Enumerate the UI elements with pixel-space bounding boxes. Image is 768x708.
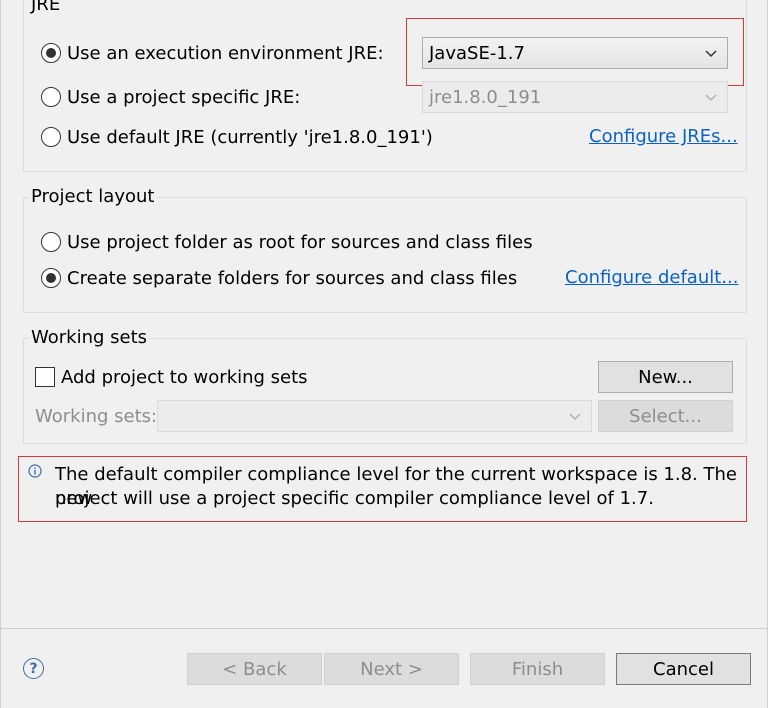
jre-group-title: JRE [29, 0, 63, 16]
finish-button[interactable]: Finish [470, 653, 605, 685]
layout-option-separate[interactable]: Create separate folders for sources and … [41, 265, 517, 291]
new-java-project-wizard: JRE Use an execution environment JRE: Ja… [0, 0, 768, 708]
footer-separator [1, 628, 768, 629]
configure-jres-link[interactable]: Configure JREs... [589, 126, 738, 148]
project-jre-value: jre1.8.0_191 [429, 86, 542, 108]
radio-separate-folders[interactable] [41, 268, 61, 288]
select-working-sets-button[interactable]: Select... [598, 400, 733, 432]
jre-option-execution-env[interactable]: Use an execution environment JRE: [41, 40, 384, 66]
help-icon[interactable]: ? [23, 658, 44, 679]
radio-selected-dot [46, 273, 56, 283]
configure-default-link[interactable]: Configure default... [565, 267, 738, 289]
jre-option-default-label: Use default JRE (currently 'jre1.8.0_191… [67, 126, 433, 148]
add-to-working-sets-label: Add project to working sets [61, 366, 308, 388]
back-button[interactable]: < Back [187, 653, 322, 685]
radio-project-root[interactable] [41, 232, 61, 252]
layout-option-root[interactable]: Use project folder as root for sources a… [41, 229, 533, 255]
project-layout-title: Project layout [29, 186, 157, 208]
new-working-set-button[interactable]: New... [598, 361, 733, 393]
jre-option-project-specific-label: Use a project specific JRE: [67, 86, 301, 108]
chevron-down-icon [569, 413, 581, 421]
radio-project-specific[interactable] [41, 87, 61, 107]
project-jre-dropdown[interactable]: jre1.8.0_191 [422, 81, 728, 113]
chevron-down-icon [705, 94, 717, 102]
jre-option-project-specific[interactable]: Use a project specific JRE: [41, 84, 300, 110]
project-layout-group [23, 197, 747, 313]
radio-default-jre[interactable] [41, 127, 61, 147]
working-sets-label-text: Working sets: [35, 405, 158, 427]
working-sets-label: Working sets: [35, 403, 157, 429]
working-sets-dropdown[interactable] [157, 400, 592, 432]
info-icon [28, 464, 42, 478]
add-to-working-sets-checkbox[interactable] [35, 367, 55, 387]
next-button[interactable]: Next > [324, 653, 459, 685]
radio-selected-dot [46, 48, 56, 58]
radio-execution-env[interactable] [41, 43, 61, 63]
execution-env-highlight [406, 18, 744, 86]
add-to-working-sets[interactable]: Add project to working sets [35, 364, 308, 390]
cancel-button[interactable]: Cancel [616, 653, 751, 685]
jre-option-default[interactable]: Use default JRE (currently 'jre1.8.0_191… [41, 124, 433, 150]
layout-option-separate-label: Create separate folders for sources and … [67, 267, 518, 289]
jre-option-execution-env-label: Use an execution environment JRE: [67, 42, 384, 64]
layout-option-root-label: Use project folder as root for sources a… [67, 231, 533, 253]
compliance-info-line2: project will use a project specific comp… [55, 488, 654, 509]
working-sets-title: Working sets [29, 327, 150, 349]
